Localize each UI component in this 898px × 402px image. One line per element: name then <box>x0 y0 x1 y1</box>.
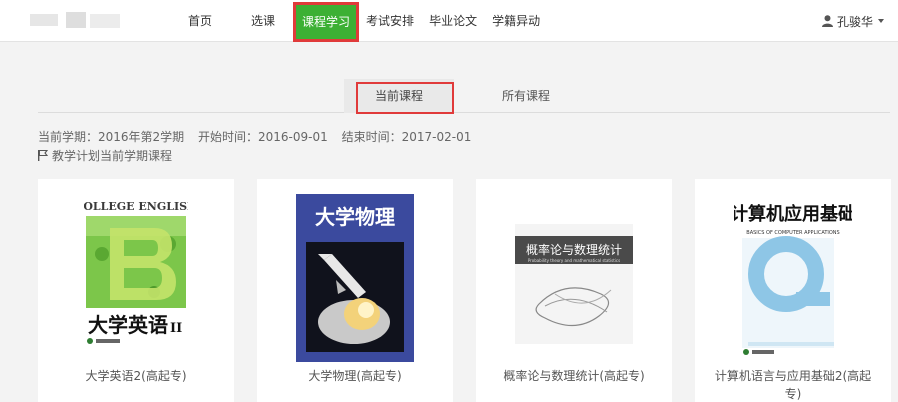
term-info: 当前学期：2016年第2学期 开始时间：2016-09-01 结束时间：2017… <box>38 128 481 145</box>
user-icon <box>821 15 833 27</box>
logo-block <box>66 12 86 28</box>
site-logo[interactable] <box>30 12 122 30</box>
top-navbar: 首页 选课 课程学习 考试安排 毕业论文 学籍异动 孔骏华 <box>0 0 898 42</box>
nav-item-exam-schedule[interactable]: 考试安排 <box>366 0 414 42</box>
tab-current-courses[interactable]: 当前课程 <box>344 79 454 114</box>
cover-heading: 计算机应用基础 <box>734 203 852 225</box>
cover-title: 大学英语 <box>88 313 168 337</box>
nav-item-home[interactable]: 首页 <box>188 0 212 42</box>
course-cover-computer: 计算机应用基础 BASICS OF COMPUTER APPLICATIONS <box>734 194 852 362</box>
course-card[interactable]: 概率论与数理统计 Probability theory and mathemat… <box>476 179 672 402</box>
nav-item-thesis[interactable]: 毕业论文 <box>429 0 477 42</box>
user-name: 孔骏华 <box>836 14 873 29</box>
logo-block <box>90 14 120 28</box>
flag-icon <box>38 150 48 161</box>
nav-item-course-selection[interactable]: 选课 <box>251 0 275 42</box>
chevron-down-icon <box>878 19 884 23</box>
cover-subtitle: Probability theory and mathematical stat… <box>528 258 620 263</box>
nav-item-course-study[interactable]: 课程学习 <box>293 2 360 42</box>
logo-block <box>30 14 58 26</box>
current-semester: 当前学期：2016年第2学期 <box>38 130 185 144</box>
user-menu[interactable]: 孔骏华 <box>821 0 884 42</box>
cover-subtitle: BASICS OF COMPUTER APPLICATIONS <box>746 230 839 236</box>
course-card[interactable]: COLLEGE ENGLISH 大学英语 II 大学英语2(高起专) <box>38 179 234 402</box>
course-cover-english: COLLEGE ENGLISH 大学英语 II <box>84 194 188 344</box>
cover-heading: 大学物理 <box>315 205 395 229</box>
course-title[interactable]: 计算机语言与应用基础2(高起专) <box>695 367 891 402</box>
cover-roman: II <box>170 321 182 336</box>
cover-heading: COLLEGE ENGLISH <box>84 200 188 213</box>
course-list: COLLEGE ENGLISH 大学英语 II 大学英语2(高起专) 大学物理 … <box>38 179 898 402</box>
course-card[interactable]: 计算机应用基础 BASICS OF COMPUTER APPLICATIONS … <box>695 179 891 402</box>
course-title[interactable]: 概率论与数理统计(高起专) <box>476 367 672 385</box>
course-tabs: 当前课程 所有课程 <box>38 76 890 114</box>
start-date: 开始时间：2016-09-01 <box>198 130 328 144</box>
highlight-box <box>356 82 454 114</box>
nav-item-status-change[interactable]: 学籍异动 <box>492 0 540 42</box>
course-title[interactable]: 大学英语2(高起专) <box>38 367 234 385</box>
teaching-plan-label: 教学计划当前学期课程 <box>52 149 173 163</box>
teaching-plan-link[interactable]: 教学计划当前学期课程 <box>38 147 172 164</box>
tab-all-courses[interactable]: 所有课程 <box>478 79 574 113</box>
course-cover-probability: 概率论与数理统计 Probability theory and mathemat… <box>515 224 633 344</box>
course-card[interactable]: 大学物理 大学物理(高起专) <box>257 179 453 402</box>
cover-heading: 概率论与数理统计 <box>526 242 622 257</box>
main-nav: 首页 选课 课程学习 考试安排 毕业论文 学籍异动 <box>176 0 540 42</box>
end-date: 结束时间：2017-02-01 <box>341 130 472 144</box>
course-cover-physics: 大学物理 <box>296 194 414 362</box>
course-title[interactable]: 大学物理(高起专) <box>257 367 453 385</box>
